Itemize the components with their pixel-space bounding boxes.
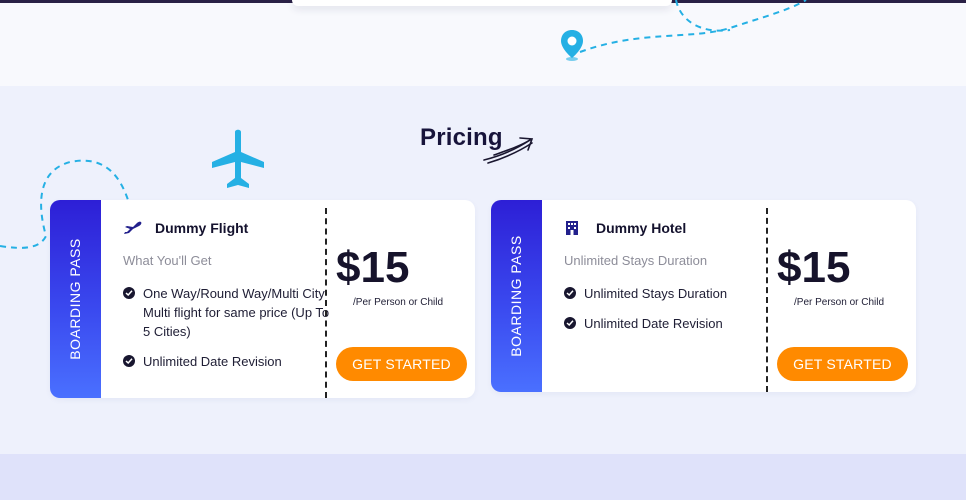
feature-list: One Way/Round Way/Multi City Multi fligh… [123,284,333,382]
flight-icon [123,219,143,237]
hotel-icon [564,219,584,237]
top-card-edge [292,0,672,6]
plan-price: $15 [777,243,851,292]
top-section [0,0,966,86]
pricing-card-hotel: BOARDING PASS Dummy Hotel Unlimited Stay… [491,200,916,392]
check-circle-icon [564,317,576,329]
check-circle-icon [123,355,135,367]
plan-price: $15 [336,243,410,292]
feature-text: One Way/Round Way/Multi City Multi fligh… [143,286,330,339]
plan-subtitle: What You'll Get [123,253,212,268]
pricing-card-flight: BOARDING PASS Dummy Flight What You'll G… [50,200,475,398]
stub-label: BOARDING PASS [67,238,83,360]
stub-label: BOARDING PASS [508,235,524,357]
boarding-pass-stub: BOARDING PASS [491,200,542,392]
get-started-button[interactable]: GET STARTED [336,347,467,381]
plan-name: Dummy Hotel [596,220,687,236]
price-note: /Per Person or Child [794,297,885,308]
plan-header: Dummy Hotel [564,219,686,237]
next-section [0,454,966,500]
feature-text: Unlimited Date Revision [143,354,282,369]
plan-details: Dummy Hotel Unlimited Stays Duration Unl… [564,200,774,392]
section-title: Pricing [420,124,503,151]
ticket-divider [325,208,327,398]
ticket-divider [766,208,768,392]
list-item: One Way/Round Way/Multi City Multi fligh… [123,284,333,341]
plan-header: Dummy Flight [123,219,248,237]
list-item: Unlimited Date Revision [564,314,727,333]
feature-list: Unlimited Stays Duration Unlimited Date … [564,284,727,344]
list-item: Unlimited Stays Duration [564,284,727,303]
check-circle-icon [564,287,576,299]
boarding-pass-stub: BOARDING PASS [50,200,101,398]
price-note: /Per Person or Child [353,297,444,308]
get-started-button[interactable]: GET STARTED [777,347,908,381]
plan-details: Dummy Flight What You'll Get One Way/Rou… [123,200,333,398]
check-circle-icon [123,287,135,299]
plan-subtitle: Unlimited Stays Duration [564,253,708,268]
plan-name: Dummy Flight [155,220,249,236]
feature-text: Unlimited Date Revision [584,316,723,331]
feature-text: Unlimited Stays Duration [584,286,728,301]
list-item: Unlimited Date Revision [123,352,333,371]
